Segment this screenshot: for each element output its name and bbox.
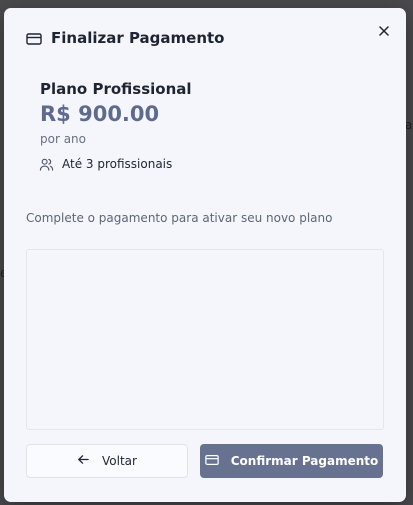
close-icon xyxy=(379,21,389,40)
back-button-label: Voltar xyxy=(102,454,137,468)
close-button[interactable] xyxy=(376,22,392,38)
credit-card-icon xyxy=(204,453,219,470)
back-button[interactable]: Voltar xyxy=(26,444,188,478)
background-text-fragment: a xyxy=(405,118,413,132)
confirm-payment-button[interactable]: Confirmar Pagamento xyxy=(200,444,383,478)
users-icon xyxy=(39,157,54,172)
payment-modal: Finalizar Pagamento Plano Profissional R… xyxy=(4,8,406,502)
payment-form-container[interactable] xyxy=(26,249,384,430)
plan-price: R$ 900.00 xyxy=(40,102,160,126)
modal-title: Finalizar Pagamento xyxy=(51,29,225,47)
confirm-button-label: Confirmar Pagamento xyxy=(230,454,379,468)
plan-period: por ano xyxy=(40,132,87,146)
plan-feature: Até 3 profissionais xyxy=(62,157,173,171)
plan-name: Plano Profissional xyxy=(40,80,192,98)
payment-instruction: Complete o pagamento para ativar seu nov… xyxy=(26,211,333,225)
credit-card-icon xyxy=(26,31,42,47)
arrow-left-icon xyxy=(77,453,90,469)
